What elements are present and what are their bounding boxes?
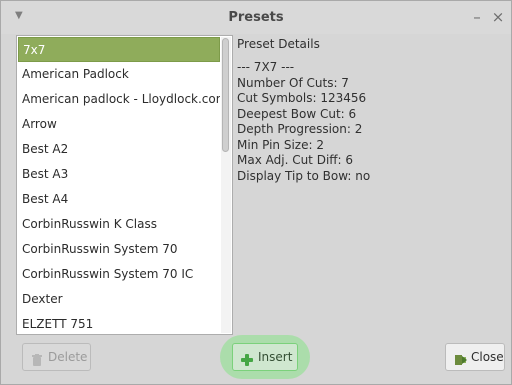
preset-list[interactable]: 7x7 American Padlock American padlock - … <box>16 35 233 335</box>
close-icon[interactable]: × <box>490 9 506 25</box>
list-item[interactable]: CorbinRusswin System 70 IC <box>18 262 220 287</box>
trash-icon <box>30 350 44 366</box>
list-item[interactable]: American Padlock <box>18 62 220 87</box>
list-item[interactable]: CorbinRusswin System 70 <box>18 237 220 262</box>
list-item[interactable]: Dexter <box>18 287 220 312</box>
close-button[interactable]: Close <box>445 343 505 371</box>
list-item[interactable]: CorbinRusswin K Class <box>18 212 220 237</box>
delete-button-label: Delete <box>48 350 88 364</box>
list-item[interactable]: ELZETT 751 <box>18 312 220 334</box>
title-bar[interactable]: ▼ Presets – × <box>1 1 511 34</box>
list-item[interactable]: Arrow <box>18 112 220 137</box>
list-item[interactable]: American padlock - Lloydlock.com <box>18 87 220 112</box>
list-item[interactable]: Best A2 <box>18 137 220 162</box>
minimize-icon[interactable]: – <box>469 9 485 25</box>
preset-details: --- 7X7 --- Number Of Cuts: 7 Cut Symbol… <box>237 60 497 184</box>
close-button-label: Close <box>471 350 504 364</box>
list-scrollbar[interactable] <box>221 37 231 333</box>
detail-line: Min Pin Size: 2 <box>237 137 324 152</box>
scrollbar-thumb[interactable] <box>222 38 229 152</box>
detail-line: Display Tip to Bow: no <box>237 168 371 183</box>
insert-button-label: Insert <box>258 350 293 364</box>
detail-line: Max Adj. Cut Diff: 6 <box>237 153 354 167</box>
detail-line: Cut Symbols: 123456 <box>237 91 367 105</box>
insert-button[interactable]: Insert <box>232 343 298 371</box>
list-item[interactable]: Best A3 <box>18 162 220 187</box>
detail-line: Number Of Cuts: 7 <box>237 75 349 90</box>
presets-dialog: ▼ Presets – × 7x7 American Padlock Ameri… <box>0 0 512 385</box>
detail-line: --- 7X7 --- <box>237 60 295 74</box>
preset-details-heading: Preset Details <box>237 37 320 51</box>
delete-button[interactable]: Delete <box>22 343 91 371</box>
list-item[interactable]: Best A4 <box>18 187 220 212</box>
plus-icon <box>240 350 254 366</box>
exit-icon <box>454 350 468 365</box>
detail-line: Deepest Bow Cut: 6 <box>237 106 357 121</box>
detail-line: Depth Progression: 2 <box>237 122 363 136</box>
window-title: Presets <box>228 10 284 25</box>
list-item[interactable]: 7x7 <box>18 37 220 62</box>
